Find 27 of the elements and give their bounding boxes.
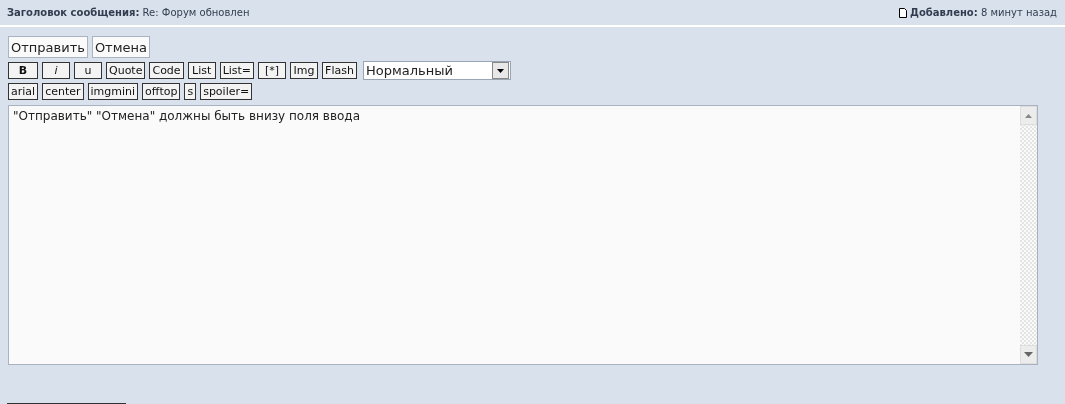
format-button[interactable]: s	[184, 83, 197, 100]
format-button[interactable]: List	[187, 62, 216, 79]
scrollbar[interactable]	[1020, 106, 1037, 364]
send-button[interactable]: Отправить	[8, 36, 88, 58]
format-button[interactable]: i	[42, 62, 70, 79]
added-time: Добавлено: 8 минут назад	[910, 7, 1057, 18]
scroll-down-icon[interactable]	[1024, 352, 1033, 357]
caret-icon	[491, 62, 509, 79]
format-button[interactable]: Flash	[322, 62, 357, 79]
format-button[interactable]: Quote	[106, 62, 146, 79]
format-button[interactable]: offtop	[142, 83, 181, 100]
format-button[interactable]: Code	[149, 62, 184, 79]
document-icon	[899, 7, 907, 18]
format-button[interactable]: [*]	[258, 62, 287, 79]
format-button[interactable]: u	[74, 62, 102, 79]
format-button[interactable]: spoiler=	[200, 83, 253, 100]
format-button[interactable]: imgmini	[87, 83, 139, 100]
format-button[interactable]: B	[8, 62, 38, 79]
format-button[interactable]: Img	[290, 62, 319, 79]
format-button[interactable]: arial	[8, 83, 39, 100]
scroll-up-icon[interactable]	[1025, 113, 1032, 118]
font-size-select[interactable]: Нормальный	[362, 61, 511, 80]
format-button[interactable]: List=	[219, 62, 255, 79]
cancel-button[interactable]: Отмена	[91, 36, 150, 58]
message-subject: Заголовок сообщения: Re: Форум обновлен	[7, 7, 250, 18]
message-field[interactable]: "Отправить" "Отмена" должны быть внизу поля ввода	[8, 105, 1038, 365]
format-button[interactable]: center	[42, 83, 84, 100]
